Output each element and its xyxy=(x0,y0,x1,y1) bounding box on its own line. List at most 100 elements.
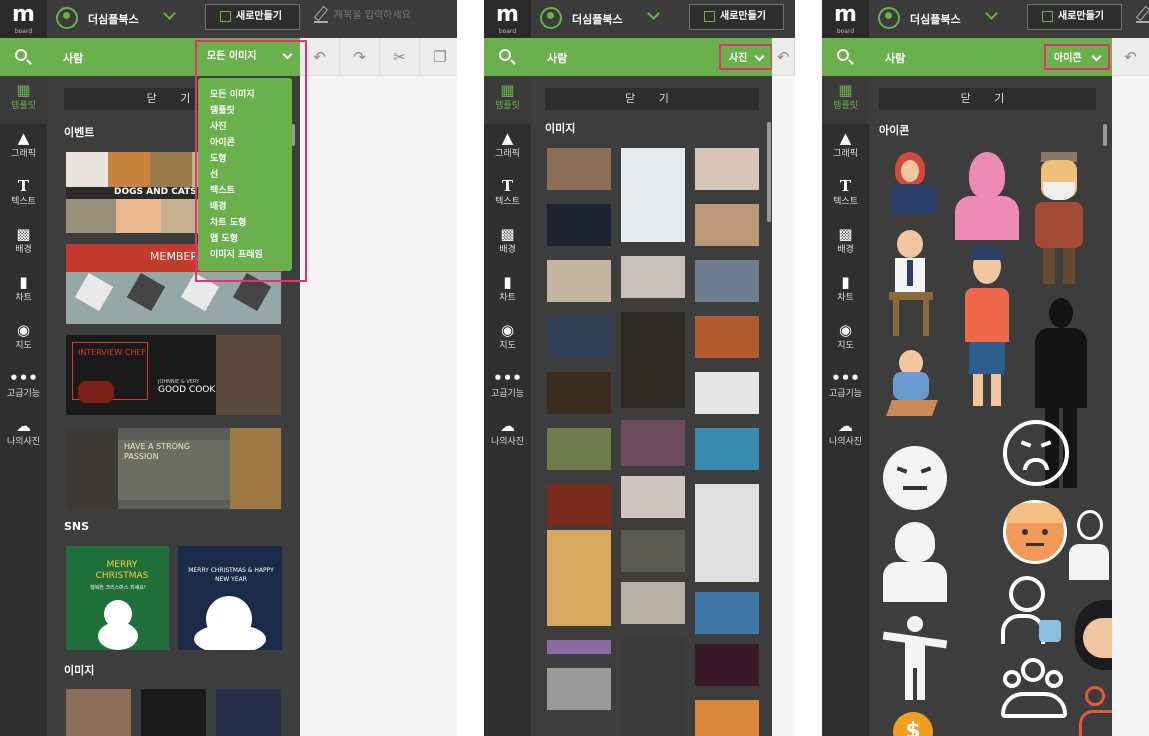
dropdown-option[interactable]: 아이콘 xyxy=(210,135,292,151)
sidebar-item-advanced[interactable]: ••• 고급기능 xyxy=(0,364,47,412)
app-logo[interactable]: m board xyxy=(822,0,869,38)
image-thumbnail[interactable] xyxy=(547,372,611,414)
image-thumbnail[interactable] xyxy=(547,668,611,710)
filter-select[interactable]: 아이콘 xyxy=(1044,44,1110,70)
template-thumbnail[interactable]: HAVE A STRONG PASSION xyxy=(66,428,281,509)
sidebar-item-map[interactable]: ◉ 지도 xyxy=(822,316,869,364)
sidebar-item-map[interactable]: ◉ 지도 xyxy=(0,316,47,364)
sidebar-item-text[interactable]: T 텍스트 xyxy=(822,172,869,220)
image-thumbnail[interactable] xyxy=(621,582,685,624)
sidebar-item-chart[interactable]: ▮ 차트 xyxy=(484,268,531,316)
sidebar-item-my-photos[interactable]: ☁ 나의사진 xyxy=(822,412,869,460)
dropdown-option[interactable]: 차트 도형 xyxy=(210,215,292,231)
sidebar-item-chart[interactable]: ▮ 차트 xyxy=(0,268,47,316)
group-users-icon[interactable] xyxy=(1001,658,1067,720)
image-thumbnail[interactable] xyxy=(216,689,281,736)
new-design-button[interactable]: 새로만들기 xyxy=(1027,4,1122,30)
user-icon[interactable] xyxy=(56,7,78,29)
undo-icon[interactable]: ↶ xyxy=(1112,38,1149,76)
man-chair-icon[interactable] xyxy=(883,230,943,340)
image-thumbnail[interactable] xyxy=(141,689,206,736)
user-minus-icon[interactable] xyxy=(1001,576,1061,646)
sidebar-item-background[interactable]: ▩ 배경 xyxy=(0,220,47,268)
image-thumbnail[interactable] xyxy=(695,316,759,358)
sidebar-item-background[interactable]: ▩ 배경 xyxy=(822,220,869,268)
sidebar-item-template[interactable]: ▦ 템플릿 xyxy=(484,76,531,124)
sidebar-item-text[interactable]: T 텍스트 xyxy=(484,172,531,220)
dropdown-option[interactable]: 맵 도형 xyxy=(210,231,292,247)
dropdown-option[interactable]: 도형 xyxy=(210,151,292,167)
running-man-icon[interactable] xyxy=(883,350,947,422)
title-input[interactable] xyxy=(334,10,454,21)
image-thumbnail[interactable] xyxy=(695,372,759,414)
chevron-down-icon[interactable] xyxy=(646,7,662,23)
close-button[interactable]: 닫 기 xyxy=(879,88,1096,110)
redo-icon[interactable]: ↷ xyxy=(340,38,380,76)
woman-face-icon[interactable] xyxy=(1075,600,1112,670)
image-thumbnail[interactable] xyxy=(547,428,611,470)
sidebar-item-graphic[interactable]: ▲ 그래픽 xyxy=(484,124,531,172)
dropdown-option[interactable]: 사진 xyxy=(210,119,292,135)
workspace-name[interactable]: 더심플북스 xyxy=(88,11,139,27)
chevron-down-icon[interactable] xyxy=(984,7,1000,23)
template-thumbnail[interactable]: MERRY CHRISTMAS & HAPPY NEW YEAR xyxy=(178,546,282,650)
sidebar-item-chart[interactable]: ▮ 차트 xyxy=(822,268,869,316)
workspace-name[interactable]: 더심플북스 xyxy=(910,11,961,27)
sad-face-outline-icon[interactable] xyxy=(1003,420,1069,486)
image-thumbnail[interactable] xyxy=(695,260,759,302)
sidebar-item-my-photos[interactable]: ☁ 나의사진 xyxy=(0,412,47,460)
woman-silhouette-white-icon[interactable] xyxy=(883,522,947,602)
search-button[interactable] xyxy=(484,38,531,76)
person-silhouette-pink-icon[interactable] xyxy=(955,152,1019,240)
man-orange-shirt-icon[interactable] xyxy=(955,246,1019,406)
image-thumbnail[interactable] xyxy=(621,312,685,408)
image-thumbnail[interactable] xyxy=(547,260,611,302)
image-thumbnail[interactable] xyxy=(547,640,611,654)
workspace-name[interactable]: 더심플북스 xyxy=(572,11,623,27)
app-logo[interactable]: m board xyxy=(484,0,531,38)
scrollbar[interactable] xyxy=(767,122,771,222)
template-thumbnail[interactable]: MERRY CHRISTMAS 행복한 크리스마스 되세요! xyxy=(66,546,169,650)
image-thumbnail[interactable] xyxy=(621,420,685,466)
filter-select[interactable]: 사진 xyxy=(719,44,773,70)
sidebar-item-advanced[interactable]: ••• 고급기능 xyxy=(484,364,531,412)
search-button[interactable] xyxy=(0,38,47,76)
dropdown-option[interactable]: 이미지 프레임 xyxy=(210,247,292,263)
app-logo[interactable]: m board xyxy=(0,0,47,38)
old-man-glasses-icon[interactable] xyxy=(1029,152,1089,288)
user-icon[interactable] xyxy=(878,7,900,29)
sidebar-item-template[interactable]: ▦ 템플릿 xyxy=(0,76,47,124)
template-thumbnail[interactable]: INTERVIEW CHEF JOHNNIE & VERY GOOD COOK xyxy=(66,335,281,415)
image-thumbnail[interactable] xyxy=(621,476,685,518)
image-thumbnail[interactable] xyxy=(695,592,759,634)
image-thumbnail[interactable] xyxy=(695,700,759,736)
image-thumbnail[interactable] xyxy=(695,428,759,470)
person-arms-out-icon[interactable] xyxy=(882,616,948,700)
sidebar-item-graphic[interactable]: ▲ 그래픽 xyxy=(822,124,869,172)
image-thumbnail[interactable] xyxy=(547,530,611,626)
undo-icon[interactable]: ↶ xyxy=(772,38,795,76)
sidebar-item-text[interactable]: T 텍스트 xyxy=(0,172,47,220)
person-outline-red-icon[interactable] xyxy=(1079,686,1112,736)
image-thumbnail[interactable] xyxy=(547,204,611,246)
copy-icon[interactable]: ❐ xyxy=(420,38,457,76)
image-thumbnail[interactable] xyxy=(695,148,759,190)
sidebar-item-my-photos[interactable]: ☁ 나의사진 xyxy=(484,412,531,460)
user-icon[interactable] xyxy=(540,7,562,29)
image-thumbnail[interactable] xyxy=(621,530,685,572)
sidebar-item-template[interactable]: ▦ 템플릿 xyxy=(822,76,869,124)
dropdown-option[interactable]: 텍스트 xyxy=(210,183,292,199)
canvas-area[interactable] xyxy=(300,76,457,736)
sidebar-item-graphic[interactable]: ▲ 그래픽 xyxy=(0,124,47,172)
image-thumbnail[interactable] xyxy=(66,689,131,736)
sidebar-item-map[interactable]: ◉ 지도 xyxy=(484,316,531,364)
image-thumbnail[interactable] xyxy=(547,316,611,358)
image-thumbnail[interactable] xyxy=(695,204,759,246)
bald-man-glasses-icon[interactable] xyxy=(1069,510,1109,584)
search-button[interactable] xyxy=(822,38,869,76)
image-thumbnail[interactable] xyxy=(621,256,685,298)
scrollbar[interactable] xyxy=(1103,124,1107,146)
girl-hoodie-icon[interactable] xyxy=(883,152,943,216)
dollar-coin-icon[interactable]: $ xyxy=(893,712,933,736)
image-thumbnail[interactable] xyxy=(547,484,611,526)
